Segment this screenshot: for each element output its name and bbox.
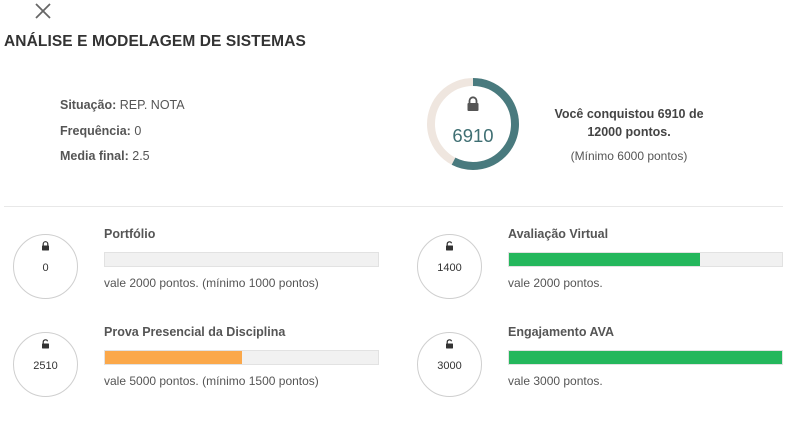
activity-progress-bar [508,350,783,365]
activity-progress-fill [509,351,782,364]
activity-points-circle: 2510 [13,332,78,397]
section-divider [4,206,783,207]
frequencia-value: 0 [134,123,142,138]
situacao-value: REP. NOTA [119,98,185,112]
close-button[interactable] [33,1,53,21]
activity-points: 2510 [33,360,58,372]
situacao-row: Situação: REP. NOTA [60,97,185,123]
score-ring: 6910 [425,76,521,172]
activity-points: 3000 [437,360,462,372]
activity-prova-presencial: 2510 Prova Presencial da Disciplina vale… [13,325,383,402]
unlock-icon [446,241,453,251]
media-label: Media final: [60,149,129,163]
course-summary: Situação: REP. NOTA Frequência: 0 Media … [60,97,185,174]
lock-icon [42,241,49,251]
media-row: Media final: 2.5 [60,148,185,174]
score-minimum: (Mínimo 6000 pontos) [570,149,688,163]
activity-name: Avaliação Virtual [508,227,609,241]
activity-points-circle: 1400 [417,234,482,299]
activity-progress-fill [509,253,701,266]
score-line-2: 12000 pontos. [587,124,671,139]
media-value: 2.5 [132,149,150,163]
lock-icon [467,96,479,111]
activity-progress-fill [105,351,243,364]
course-title: ANÁLISE E MODELAGEM DE SISTEMAS [4,33,306,50]
activity-points-circle: 3000 [417,332,482,397]
activity-points: 0 [42,262,49,274]
activity-engajamento-ava: 3000 Engajamento AVA vale 3000 pontos. [417,325,787,402]
activity-name: Prova Presencial da Disciplina [104,325,286,339]
activity-points-circle: 0 [13,234,78,299]
score-ring-graphic [427,78,519,170]
frequencia-row: Frequência: 0 [60,123,185,149]
close-icon [35,3,51,19]
activity-progress-bar [104,252,379,267]
activity-points: 1400 [437,262,462,274]
frequencia-label: Frequência: [60,123,131,138]
activity-avaliacao-virtual: 1400 Avaliação Virtual vale 2000 pontos. [417,227,787,304]
unlock-icon [446,339,453,349]
activity-progress-bar [508,252,783,267]
activity-name: Portfólio [104,227,156,241]
activity-progress-bar [104,350,379,365]
activity-note: vale 2000 pontos. (mínimo 1000 pontos) [104,276,319,290]
activity-name: Engajamento AVA [508,325,615,339]
score-line-1: Você conquistou 6910 de [554,107,704,121]
unlock-icon [42,339,49,349]
score-description: Você conquistou 6910 de 12000 pontos. (M… [540,106,718,163]
situacao-label: Situação: [60,98,117,112]
activity-note: vale 2000 pontos. [508,276,603,290]
score-value: 6910 [452,125,494,146]
activity-note: vale 5000 pontos. (mínimo 1500 pontos) [104,374,319,388]
activity-note: vale 3000 pontos. [508,374,603,388]
activity-portfolio: 0 Portfólio vale 2000 pontos. (mínimo 10… [13,227,383,304]
